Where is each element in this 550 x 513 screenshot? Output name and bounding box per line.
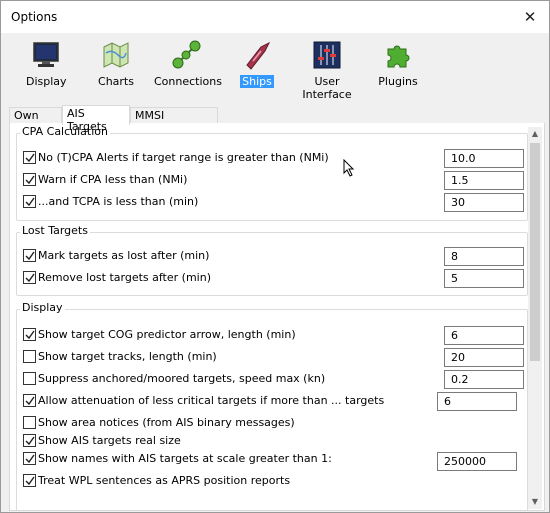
tcpa-label: ...and TCPA is less than (min) [38,195,199,208]
cog-predictor-label: Show target COG predictor arrow, length … [38,328,296,341]
toolbar-connections[interactable]: Connections [154,39,222,101]
suppress-anchored-label: Suppress anchored/moored targets, speed … [38,372,326,385]
target-tracks-input[interactable]: 20 [444,348,524,367]
show-names-label: Show names with AIS targets at scale gre… [38,452,332,465]
mark-lost-checkbox[interactable] [23,249,36,262]
tcpa-input[interactable]: 30 [444,193,524,212]
toolbar-user-interface[interactable]: User Interface [302,39,352,101]
toolbar-plugins[interactable]: Plugins [378,39,418,101]
cpa-warn-checkbox[interactable] [23,173,36,186]
group-title: Display [20,301,65,314]
vertical-scrollbar[interactable]: ▲ ▼ [528,127,542,509]
wpl-aprs-label: Treat WPL sentences as APRS position rep… [38,474,291,487]
cog-predictor-input[interactable]: 6 [444,326,524,345]
toolbar-label: Plugins [378,75,418,88]
mark-lost-input[interactable]: 8 [444,247,524,266]
real-size-label: Show AIS targets real size [38,434,181,447]
toolbar-charts[interactable]: Charts [96,39,136,101]
group-title: Lost Targets [20,224,90,237]
cpa-range-label: No (T)CPA Alerts if target range is grea… [38,151,329,164]
checkmark-icon [25,330,35,340]
tab-own-ship[interactable]: Own Ship [9,107,62,135]
suppress-anchored-input[interactable]: 0.2 [444,370,524,389]
sliders-icon [313,41,341,69]
checkmark-icon [25,251,35,261]
mouse-cursor-icon [343,159,355,177]
target-tracks-label: Show target tracks, length (min) [38,350,217,363]
show-names-input[interactable]: 250000 [437,452,517,471]
close-button[interactable]: ✕ [519,6,541,28]
title-bar: Options ✕ [1,1,549,33]
suppress-anchored-checkbox[interactable] [23,372,36,385]
close-icon: ✕ [523,8,537,26]
target-tracks-checkbox[interactable] [23,350,36,363]
toolbar-label: Display [26,75,67,88]
cpa-calculation-group: CPA Calculation No (T)CPA Alerts if targ… [16,125,528,221]
toolbar-display[interactable]: Display [26,39,67,101]
mark-lost-label: Mark targets as lost after (min) [38,249,210,262]
scroll-up-icon[interactable]: ▲ [528,127,542,141]
tcpa-checkbox[interactable] [23,195,36,208]
cpa-range-checkbox[interactable] [23,151,36,164]
toolbar-ships[interactable]: Ships [237,39,277,101]
real-size-checkbox[interactable] [23,434,36,447]
checkmark-icon [25,436,35,446]
checkmark-icon [25,153,35,163]
attenuation-checkbox[interactable] [23,394,36,407]
checkmark-icon [25,175,35,185]
remove-lost-input[interactable]: 5 [444,269,524,288]
cpa-range-input[interactable]: 10.0 [444,149,524,168]
toolbar-label: Connections [154,75,222,88]
area-notices-label: Show area notices (from AIS binary messa… [38,416,295,429]
ais-targets-panel: CPA Calculation No (T)CPA Alerts if targ… [9,123,545,511]
connections-icon [172,40,201,69]
tab-mmsi-properties[interactable]: MMSI Properties [130,107,218,135]
tab-bar: Own Ship AIS Targets MMSI Properties [9,105,545,135]
ship-icon [246,41,271,70]
toolbar-label: Ships [240,75,274,88]
attenuation-label: Allow attenuation of less critical targe… [38,394,385,407]
cpa-warn-input[interactable]: 1.5 [444,171,524,190]
checkmark-icon [25,396,35,406]
remove-lost-checkbox[interactable] [23,271,36,284]
wpl-aprs-checkbox[interactable] [23,474,36,487]
show-names-checkbox[interactable] [23,452,36,465]
puzzle-icon [387,45,410,68]
category-toolbar: Display Charts Connections Ships User In… [4,33,548,101]
cog-predictor-checkbox[interactable] [23,328,36,341]
options-dialog: Options ✕ Display Charts Connections Shi… [0,0,550,513]
area-notices-checkbox[interactable] [23,416,36,429]
display-group: Display Show target COG predictor arrow,… [16,301,528,510]
checkmark-icon [25,454,35,464]
lost-targets-group: Lost Targets Mark targets as lost after … [16,224,528,296]
charts-icon [103,42,129,68]
checkmark-icon [25,197,35,207]
scroll-thumb[interactable] [530,143,540,361]
checkmark-icon [25,476,35,486]
cpa-warn-label: Warn if CPA less than (NMi) [38,173,188,186]
window-title: Options [11,10,58,24]
attenuation-input[interactable]: 6 [437,392,517,411]
toolbar-label: Charts [98,75,134,88]
scroll-down-icon[interactable]: ▼ [528,495,542,509]
monitor-icon [33,42,59,67]
checkmark-icon [25,273,35,283]
remove-lost-label: Remove lost targets after (min) [38,271,211,284]
toolbar-label: User Interface [302,75,352,101]
tab-ais-targets[interactable]: AIS Targets [62,105,130,133]
